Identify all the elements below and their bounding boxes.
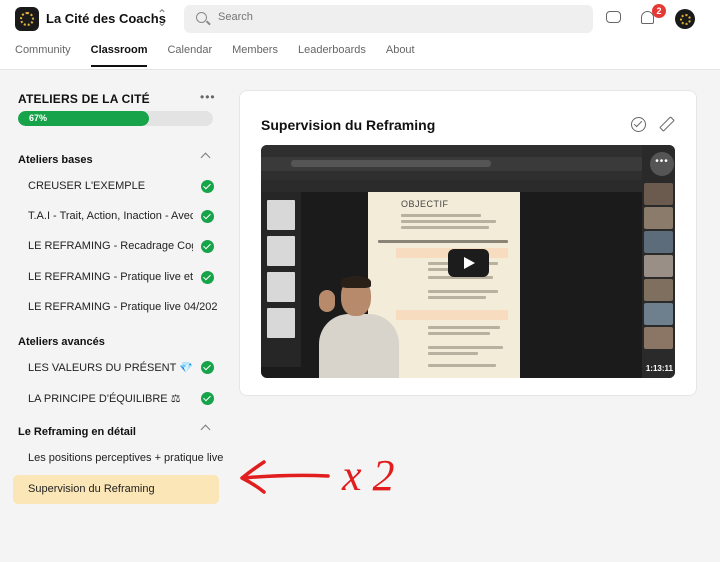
browser-urlbar: [261, 157, 642, 171]
search-input[interactable]: [218, 11, 568, 23]
annotation-arrow-x2: x 2: [240, 451, 395, 500]
search-bar[interactable]: [184, 5, 593, 33]
lesson-item[interactable]: LE REFRAMING - Pratique live 04/2026: [13, 293, 219, 322]
lesson-item[interactable]: T.A.I - Trait, Action, Inaction - Avec .…: [13, 202, 219, 231]
check-circle-icon: [201, 392, 214, 405]
page-thumbnail: [267, 236, 295, 266]
chevron-up-icon: [200, 152, 211, 163]
section-header[interactable]: Le Reframing en détail: [18, 422, 213, 442]
check-circle-icon: [201, 210, 214, 223]
section-title: Ateliers bases: [18, 154, 93, 166]
participants-strip: [642, 145, 675, 378]
search-icon: [196, 12, 207, 23]
lesson-label: LE REFRAMING - Recadrage Cogni...: [28, 240, 193, 252]
lesson-label: LES VALEURS DU PRÉSENT 💎: [28, 362, 193, 374]
tab-leaderboards[interactable]: Leaderboards: [298, 44, 366, 67]
check-circle-icon: [201, 361, 214, 374]
play-button[interactable]: [448, 249, 489, 277]
doc-heading: OBJECTIF: [401, 199, 449, 209]
tab-community[interactable]: Community: [15, 44, 71, 67]
video-duration: 1:13:11: [645, 364, 673, 373]
tab-calendar[interactable]: Calendar: [167, 44, 212, 67]
lesson-item[interactable]: LE REFRAMING - Recadrage Cogni...: [13, 232, 219, 261]
check-circle-icon: [201, 271, 214, 284]
lesson-item[interactable]: LES VALEURS DU PRÉSENT 💎: [13, 353, 219, 382]
browser-tabbar: [261, 145, 642, 157]
lesson-label: LE REFRAMING - Pratique live 04/2026: [28, 301, 218, 313]
lesson-label: Les positions perceptives + pratique liv…: [28, 452, 223, 464]
check-circle-icon: [201, 180, 214, 193]
sun-logo-icon: [20, 12, 34, 26]
more-options-icon[interactable]: •••: [200, 90, 216, 104]
course-progress-bar: 67%: [18, 111, 213, 126]
course-title: ATELIERS DE LA CITÉ: [18, 92, 150, 106]
lesson-item-active[interactable]: Supervision du Reframing: [13, 475, 219, 504]
presenter-video: [309, 276, 399, 378]
section-title: Le Reframing en détail: [18, 426, 136, 438]
community-logo[interactable]: [15, 7, 39, 31]
lesson-title: Supervision du Reframing: [261, 117, 436, 133]
section-title: Ateliers avancés: [18, 336, 105, 348]
section-header[interactable]: Ateliers avancés: [18, 332, 213, 352]
chevron-up-down-icon[interactable]: ⌃ ⌄: [157, 8, 167, 28]
lesson-item[interactable]: LA PRINCIPE D'ÉQUILIBRE ⚖: [13, 384, 219, 413]
page-thumbnails: [261, 192, 301, 367]
lesson-label: CREUSER L'EXEMPLE: [28, 180, 146, 192]
docs-toolbar: [261, 180, 642, 192]
red-arrow-icon: [240, 460, 330, 494]
tab-about[interactable]: About: [386, 44, 415, 67]
browser-bookmarks: [261, 171, 642, 180]
check-circle-icon: [201, 240, 214, 253]
tab-classroom[interactable]: Classroom: [90, 44, 148, 67]
mark-complete-icon[interactable]: [631, 117, 646, 132]
lesson-label: LA PRINCIPE D'ÉQUILIBRE ⚖: [28, 393, 181, 405]
tab-members[interactable]: Members: [232, 44, 278, 67]
page-thumbnail: [267, 272, 295, 302]
page-thumbnail: [267, 308, 295, 338]
lesson-label: T.A.I - Trait, Action, Inaction - Avec .…: [28, 210, 193, 222]
lesson-label: LE REFRAMING - Pratique live et p...: [28, 271, 193, 283]
edit-pencil-icon[interactable]: [659, 117, 671, 129]
chat-icon[interactable]: [606, 11, 621, 23]
chevron-up-icon: [200, 424, 211, 435]
video-more-icon[interactable]: •••: [650, 152, 674, 176]
lesson-item[interactable]: CREUSER L'EXEMPLE: [13, 172, 219, 201]
video-player[interactable]: OBJECTIF ••• 1:13:11: [261, 145, 675, 378]
nav-tabs: Community Classroom Calendar Members Lea…: [15, 44, 435, 67]
lesson-card: Supervision du Reframing OBJECTIF ••• 1:…: [239, 90, 697, 396]
annotation-text: x 2: [341, 451, 395, 500]
progress-label: 67%: [29, 113, 48, 123]
top-bar: La Cité des Coachs ⌃⌄ 2 Community Classr…: [0, 0, 720, 70]
notification-badge: 2: [652, 4, 666, 18]
sun-logo-icon: [679, 13, 691, 25]
community-name[interactable]: La Cité des Coachs: [46, 11, 166, 26]
page-thumbnail: [267, 200, 295, 230]
lesson-item[interactable]: LE REFRAMING - Pratique live et p...: [13, 263, 219, 292]
avatar[interactable]: [675, 9, 695, 29]
lesson-item[interactable]: Les positions perceptives + pratique liv…: [13, 444, 223, 473]
lesson-label: Supervision du Reframing: [28, 483, 155, 495]
section-header[interactable]: Ateliers bases: [18, 150, 213, 170]
